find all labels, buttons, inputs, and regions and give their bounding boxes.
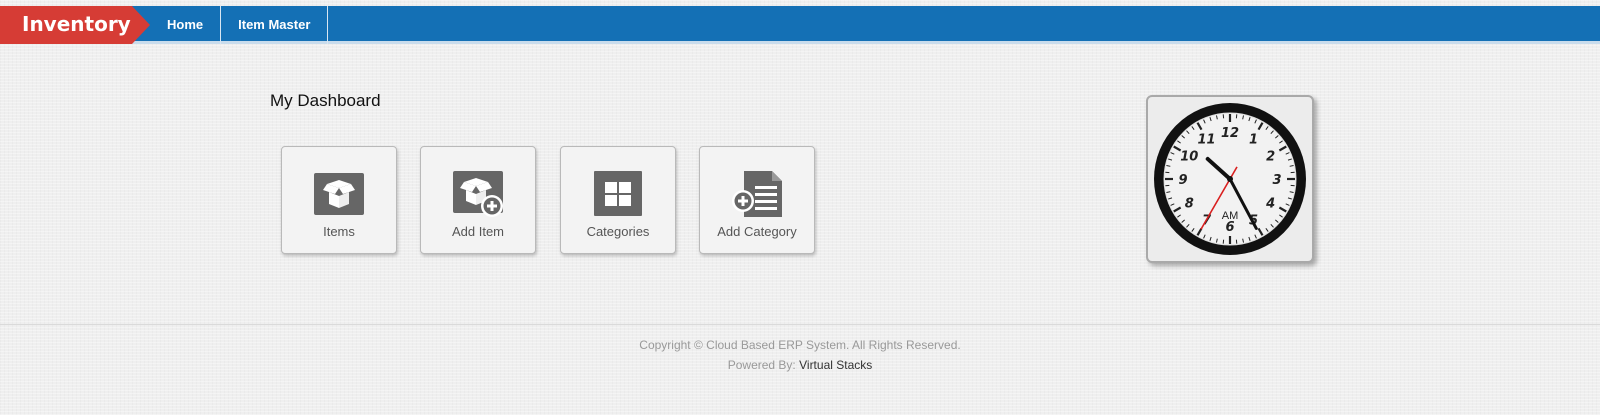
tile-label: Items <box>323 224 355 239</box>
items-tile[interactable]: Items <box>281 146 397 254</box>
powered-by: Powered By: Virtual Stacks <box>0 355 1600 375</box>
analog-clock-widget: 121234567891011 AM <box>1146 95 1314 263</box>
footer: Copyright © Cloud Based ERP System. All … <box>0 335 1600 375</box>
powered-by-label: Powered By: <box>727 358 796 372</box>
footer-divider <box>0 324 1600 325</box>
clock-period: AM <box>1222 210 1239 222</box>
clock-numeral: 11 <box>1197 132 1215 147</box>
add-item-tile[interactable]: Add Item <box>420 146 536 254</box>
categories-grid-icon <box>594 171 642 216</box>
categories-tile[interactable]: Categories <box>560 146 676 254</box>
analog-clock: 121234567891011 AM <box>1154 103 1306 255</box>
tile-label: Add Item <box>451 224 505 239</box>
add-category-document-icon <box>732 171 782 217</box>
clock-numeral: 9 <box>1178 173 1187 188</box>
nav-item-item-master[interactable]: Item Master <box>221 6 329 44</box>
brand-logo[interactable]: Inventory <box>0 6 150 44</box>
page-title: My Dashboard <box>270 91 381 110</box>
nav-item-home[interactable]: Home <box>150 6 222 44</box>
clock-numeral: 12 <box>1221 126 1239 141</box>
clock-center <box>1227 176 1233 182</box>
clock-numeral: 4 <box>1265 197 1275 212</box>
powered-by-link[interactable]: Virtual Stacks <box>799 358 872 372</box>
copyright-text: Copyright © Cloud Based ERP System. All … <box>639 338 961 352</box>
clock-numeral: 10 <box>1180 150 1198 165</box>
top-navbar: Inventory Home Item Master <box>0 6 1600 44</box>
clock-numeral: 6 <box>1225 220 1234 235</box>
clock-numeral: 8 <box>1185 197 1194 212</box>
add-item-icon <box>453 171 503 217</box>
clock-numeral: 3 <box>1272 173 1281 188</box>
clock-numeral: 2 <box>1266 150 1275 165</box>
clock-numeral: 1 <box>1249 132 1258 147</box>
main-nav: Home Item Master <box>150 6 329 44</box>
items-box-icon <box>314 173 364 215</box>
tile-label: Add Category <box>717 224 797 239</box>
add-category-tile[interactable]: Add Category <box>699 146 815 254</box>
tile-label: Categories <box>586 224 650 239</box>
